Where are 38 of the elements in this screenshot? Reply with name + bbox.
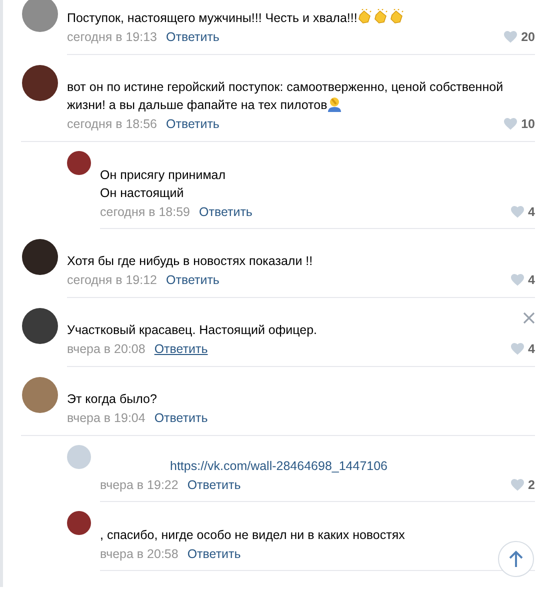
scroll-up-button[interactable] bbox=[498, 541, 534, 577]
comment-text: Участковый красавец. Настоящий офицер. bbox=[67, 322, 318, 339]
comment-text: Он присягу принимал Он настоящий bbox=[100, 167, 227, 202]
comment-time: вчера в 19:22 bbox=[100, 477, 178, 494]
reply-link[interactable]: Ответить bbox=[166, 115, 220, 133]
comment-text: Эт когда было? bbox=[67, 391, 158, 408]
reply-link[interactable]: Ответить bbox=[187, 545, 241, 563]
comment-time: вчера в 19:04 bbox=[67, 410, 146, 427]
comment-time: вчера в 20:58 bbox=[100, 546, 178, 563]
reply-link[interactable]: Ответить bbox=[154, 409, 208, 427]
comment-time: сегодня в 18:56 bbox=[67, 116, 157, 133]
url-link[interactable]: https://vk.com/wall-28464698_1447106 bbox=[170, 459, 388, 473]
avatar[interactable] bbox=[67, 511, 91, 535]
like-count: 4 bbox=[528, 204, 535, 221]
reply-link[interactable]: Ответить bbox=[166, 271, 220, 289]
avatar[interactable] bbox=[22, 65, 58, 101]
comment-time: сегодня в 19:13 bbox=[67, 29, 157, 46]
comment-text: Поступок, настоящего мужчины!!! Честь и хвала!!! bbox=[67, 9, 535, 27]
like-count: 4 bbox=[528, 272, 535, 289]
reply-link[interactable]: Ответить bbox=[187, 476, 241, 494]
avatar[interactable] bbox=[67, 151, 91, 175]
close-icon[interactable] bbox=[523, 312, 535, 324]
comment-text: Хотя бы где нибудь в новостях показали !! bbox=[67, 253, 314, 270]
comment-text: вот он по истине геройский поступок: самоотверженно, ценой собственной жизни! а вы дальше фапайте на тех пилотов bbox=[67, 79, 504, 114]
reply-link[interactable]: Ответить bbox=[154, 340, 208, 358]
comment-time: вчера в 20:08 bbox=[67, 341, 146, 358]
reply-link[interactable]: Ответить bbox=[199, 203, 252, 221]
like-count: 20 bbox=[521, 29, 535, 46]
like-count: 2 bbox=[528, 477, 535, 494]
comment-time: сегодня в 18:59 bbox=[100, 204, 190, 221]
reply-link[interactable]: Ответить bbox=[166, 28, 220, 46]
comment-text: , спасибо, нигде особо не видел ни в каких новостях bbox=[100, 527, 406, 544]
up-arrow-icon bbox=[509, 550, 523, 568]
like-count: 4 bbox=[528, 341, 535, 358]
avatar[interactable] bbox=[22, 239, 58, 275]
like-count: 10 bbox=[521, 116, 535, 133]
comment-time: сегодня в 19:12 bbox=[67, 272, 157, 289]
avatar[interactable] bbox=[22, 308, 58, 344]
